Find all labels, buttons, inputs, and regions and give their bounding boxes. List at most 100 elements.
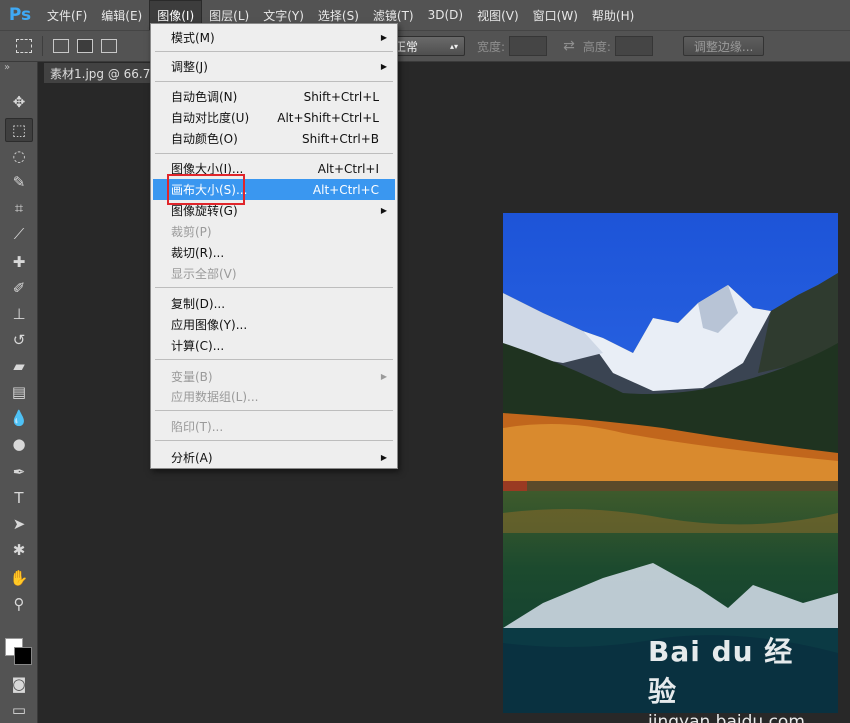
screen-mode-icon[interactable]: ▭ bbox=[5, 698, 33, 722]
menu-duplicate-label: 复制(D)... bbox=[171, 297, 226, 311]
menu-calculations[interactable]: 计算(C)... bbox=[153, 335, 395, 356]
history-brush-tool-icon[interactable]: ↺ bbox=[5, 328, 33, 352]
menu-trap-label: 陷印(T)... bbox=[171, 420, 224, 434]
submenu-arrow-icon: ▶ bbox=[380, 206, 387, 215]
width-field[interactable] bbox=[509, 36, 548, 56]
menu-separator bbox=[155, 51, 393, 52]
gradient-tool-icon[interactable]: ▤ bbox=[5, 380, 33, 404]
menu-variables-label: 变量(B) bbox=[171, 370, 213, 384]
menu-mode[interactable]: 模式(M) ▶ bbox=[153, 27, 395, 48]
menu-mode-label: 模式(M) bbox=[171, 31, 215, 45]
menu-crop-label: 裁剪(P) bbox=[171, 225, 212, 239]
collapse-icon[interactable]: » bbox=[4, 62, 10, 73]
zoom-tool-icon[interactable]: ⚲ bbox=[5, 592, 33, 616]
menu-auto-color[interactable]: 自动颜色(O) Shift+Ctrl+B bbox=[153, 128, 395, 149]
height-label: 高度: bbox=[582, 39, 611, 54]
width-label: 宽度: bbox=[477, 39, 506, 54]
menu-view[interactable]: 视图(V) bbox=[470, 0, 526, 30]
marquee-tool-icon[interactable]: ⬚ bbox=[5, 118, 33, 142]
menu-apply-data-set-label: 应用数据组(L)... bbox=[171, 390, 259, 404]
swap-icon[interactable]: ⇄ bbox=[563, 38, 575, 54]
menu-file[interactable]: 文件(F) bbox=[40, 0, 94, 30]
annotation-highlight-box bbox=[167, 174, 245, 205]
menu-adjustments-label: 调整(J) bbox=[171, 60, 208, 74]
menu-separator bbox=[155, 410, 393, 411]
menu-variables: 变量(B) ▶ bbox=[153, 366, 395, 387]
dodge-tool-icon[interactable]: ● bbox=[5, 432, 33, 456]
lasso-tool-icon[interactable]: ◌ bbox=[5, 144, 33, 168]
shortcut-label: Shift+Ctrl+B bbox=[302, 131, 379, 146]
quick-selection-tool-icon[interactable]: ✎ bbox=[5, 170, 33, 194]
submenu-arrow-icon: ▶ bbox=[380, 453, 387, 462]
chevron-updown-icon: ▴▾ bbox=[450, 41, 459, 51]
menu-trap: 陷印(T)... bbox=[153, 416, 395, 437]
menu-edit[interactable]: 编辑(E) bbox=[94, 0, 149, 30]
divider bbox=[42, 36, 43, 56]
menu-trim[interactable]: 裁切(R)... bbox=[153, 242, 395, 263]
type-tool-icon[interactable]: T bbox=[5, 486, 33, 510]
pen-tool-icon[interactable]: ✒ bbox=[5, 460, 33, 484]
eyedropper-tool-icon[interactable]: ⟋ bbox=[5, 222, 33, 246]
healing-brush-tool-icon[interactable]: ✚ bbox=[5, 250, 33, 274]
menu-auto-tone-label: 自动色调(N) bbox=[171, 90, 238, 104]
baidu-watermark: Bai du 经验 jingyan.baidu.com bbox=[648, 630, 818, 723]
menu-separator bbox=[155, 153, 393, 154]
style-select[interactable]: 正常 ▴▾ bbox=[387, 36, 466, 56]
menu-trim-label: 裁切(R)... bbox=[171, 246, 225, 260]
menu-auto-color-label: 自动颜色(O) bbox=[171, 132, 238, 146]
refine-edge-button[interactable]: 调整边缘... bbox=[682, 36, 765, 56]
eraser-tool-icon[interactable]: ▰ bbox=[5, 354, 33, 378]
add-selection-icon[interactable] bbox=[77, 39, 93, 53]
watermark-url: jingyan.baidu.com bbox=[648, 712, 805, 723]
shortcut-label: Alt+Ctrl+I bbox=[317, 161, 379, 176]
menu-duplicate[interactable]: 复制(D)... bbox=[153, 293, 395, 314]
menu-window[interactable]: 窗口(W) bbox=[526, 0, 585, 30]
submenu-arrow-icon: ▶ bbox=[380, 62, 387, 71]
document-tab[interactable]: 素材1.jpg @ 66.7% bbox=[44, 63, 154, 83]
shortcut-label: Alt+Ctrl+C bbox=[312, 182, 379, 197]
background-color-swatch[interactable] bbox=[14, 647, 32, 665]
menu-apply-image-label: 应用图像(Y)... bbox=[171, 318, 248, 332]
new-selection-icon[interactable] bbox=[53, 39, 69, 53]
shortcut-label: Shift+Ctrl+L bbox=[303, 89, 379, 104]
menu-reveal-all-label: 显示全部(V) bbox=[171, 267, 237, 281]
menu-separator bbox=[155, 440, 393, 441]
menu-bar: Ps 文件(F) 编辑(E) 图像(I) 图层(L) 文字(Y) 选择(S) 滤… bbox=[0, 0, 850, 30]
menu-analysis-label: 分析(A) bbox=[171, 451, 213, 465]
shortcut-label: Alt+Shift+Ctrl+L bbox=[277, 110, 379, 125]
quick-mask-icon[interactable]: ◙ bbox=[5, 672, 33, 696]
marquee-preset-icon[interactable] bbox=[16, 39, 32, 53]
menu-calculations-label: 计算(C)... bbox=[171, 339, 225, 353]
submenu-arrow-icon: ▶ bbox=[380, 33, 387, 42]
menu-apply-data-set: 应用数据组(L)... bbox=[153, 386, 395, 407]
menu-analysis[interactable]: 分析(A) ▶ bbox=[153, 447, 395, 468]
menu-adjustments[interactable]: 调整(J) ▶ bbox=[153, 56, 395, 77]
baidu-logo: Bai du 经验 bbox=[648, 635, 794, 708]
blur-tool-icon[interactable]: 💧 bbox=[5, 406, 33, 430]
menu-apply-image[interactable]: 应用图像(Y)... bbox=[153, 314, 395, 335]
brush-tool-icon[interactable]: ✐ bbox=[5, 276, 33, 300]
menu-crop: 裁剪(P) bbox=[153, 221, 395, 242]
menu-auto-tone[interactable]: 自动色调(N) Shift+Ctrl+L bbox=[153, 86, 395, 107]
subtract-selection-icon[interactable] bbox=[101, 39, 117, 53]
menu-3d[interactable]: 3D(D) bbox=[421, 0, 470, 30]
height-field[interactable] bbox=[614, 36, 653, 56]
menu-help[interactable]: 帮助(H) bbox=[585, 0, 641, 30]
image-menu-dropdown: 模式(M) ▶ 调整(J) ▶ 自动色调(N) Shift+Ctrl+L 自动对比度(… bbox=[150, 23, 398, 469]
shape-tool-icon[interactable]: ✱ bbox=[5, 538, 33, 562]
hand-tool-icon[interactable]: ✋ bbox=[5, 566, 33, 590]
menu-separator bbox=[155, 81, 393, 82]
menu-separator bbox=[155, 287, 393, 288]
photoshop-logo: Ps bbox=[8, 5, 32, 25]
crop-tool-icon[interactable]: ⌗ bbox=[5, 196, 33, 220]
clone-stamp-tool-icon[interactable]: ⊥ bbox=[5, 302, 33, 326]
menu-auto-contrast-label: 自动对比度(U) bbox=[171, 111, 250, 125]
tools-panel: » ✥ ⬚ ◌ ✎ ⌗ ⟋ ✚ ✐ ⊥ ↺ ▰ ▤ 💧 ● ✒ T ➤ ✱ ✋ … bbox=[0, 62, 38, 723]
move-tool-icon[interactable]: ✥ bbox=[5, 90, 33, 114]
submenu-arrow-icon: ▶ bbox=[380, 372, 387, 381]
menu-auto-contrast[interactable]: 自动对比度(U) Alt+Shift+Ctrl+L bbox=[153, 107, 395, 128]
menu-separator bbox=[155, 359, 393, 360]
options-bar: 式: 正常 ▴▾ 宽度: ⇄ 高度: 调整边缘... bbox=[0, 30, 850, 62]
menu-reveal-all: 显示全部(V) bbox=[153, 263, 395, 284]
path-selection-tool-icon[interactable]: ➤ bbox=[5, 512, 33, 536]
